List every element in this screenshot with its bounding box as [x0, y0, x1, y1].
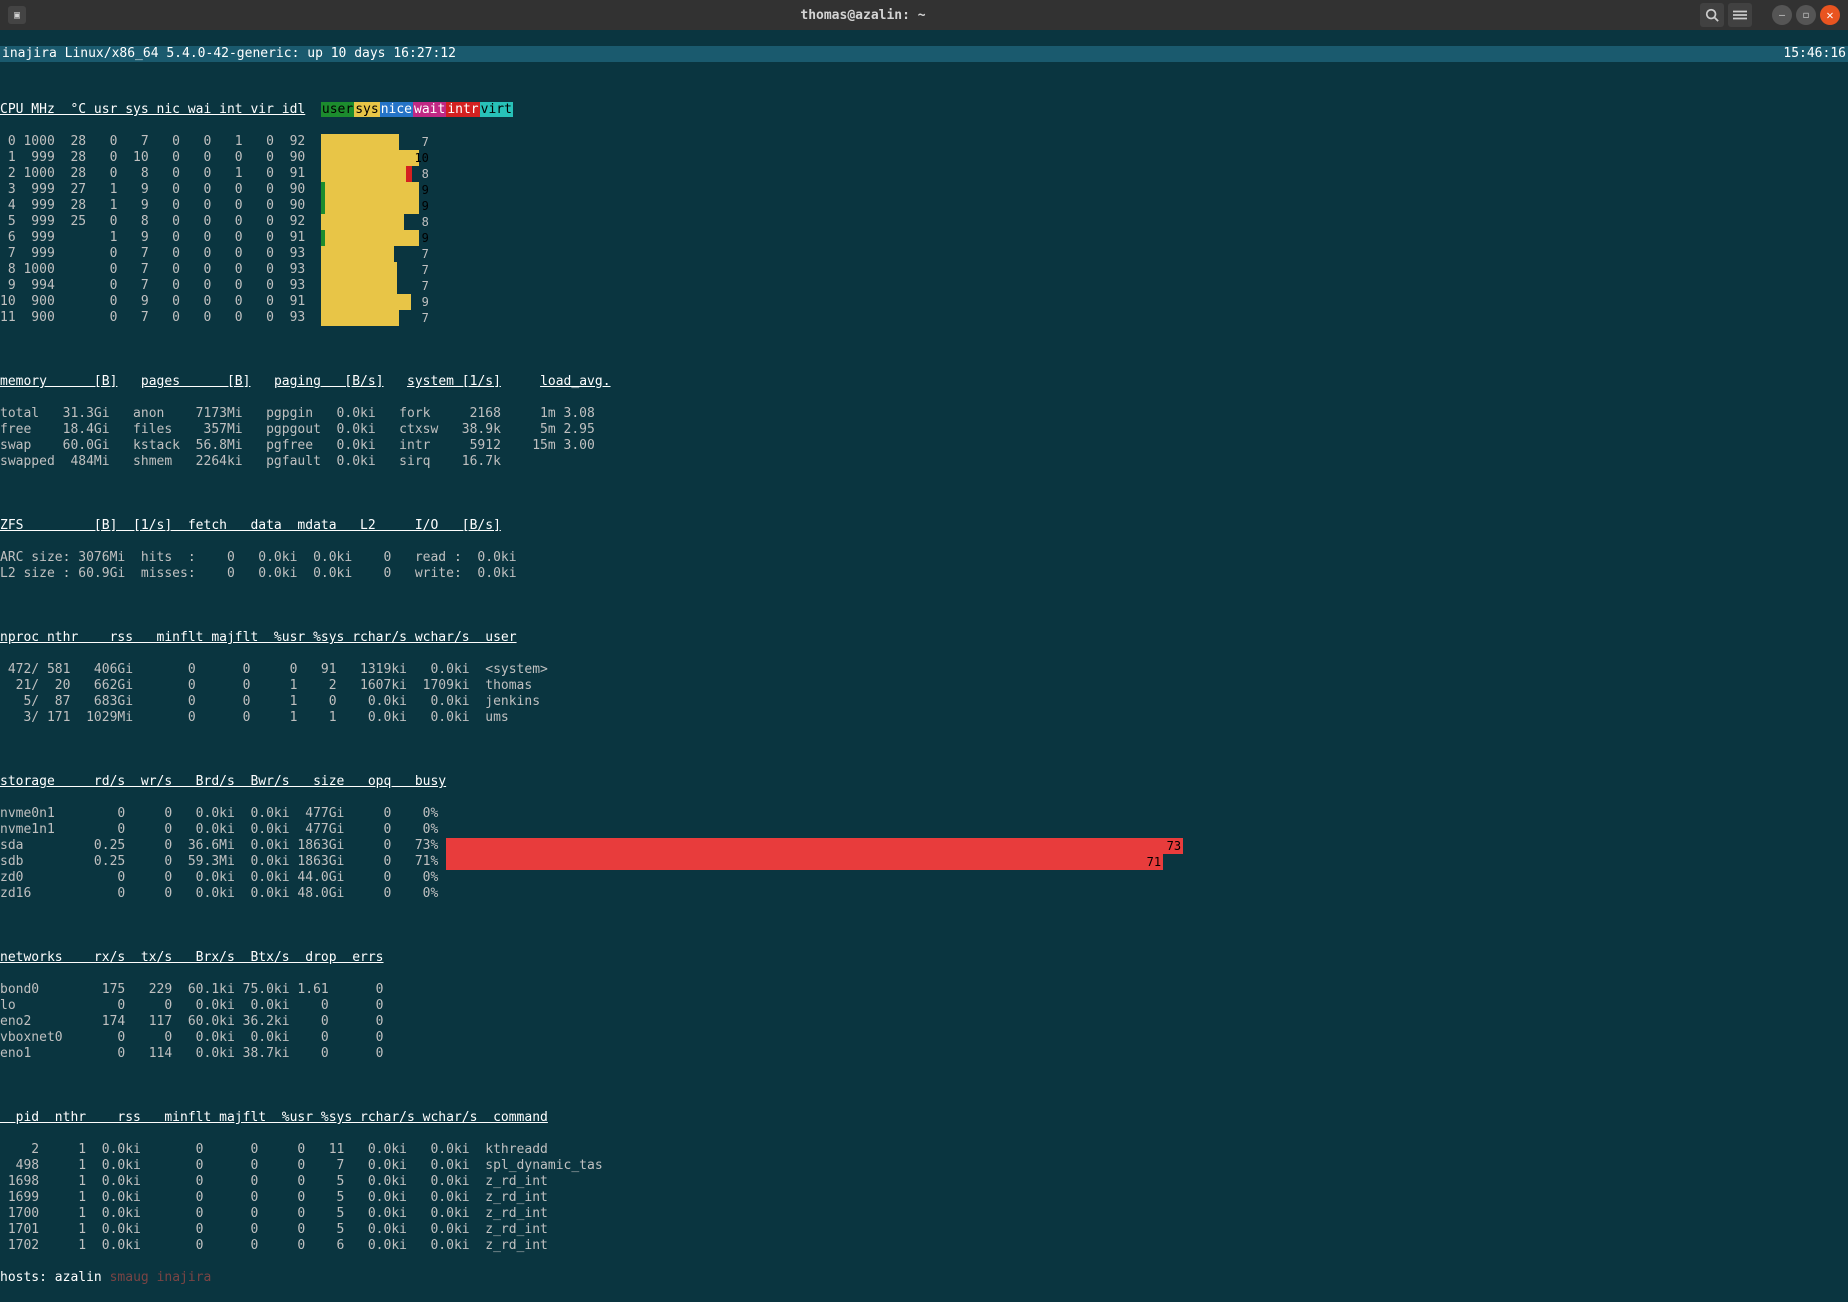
terminal-content[interactable]: inajira Linux/x86_64 5.4.0-42-generic: u… — [0, 30, 1848, 1302]
pid-row: 1699 1 0.0ki 0 0 0 5 0.0ki 0.0ki z_rd_in… — [0, 1190, 1848, 1206]
zfs-row: L2 size : 60.9Gi misses: 0 0.0ki 0.0ki 0… — [0, 566, 1848, 582]
mem-hdr: memory [B] — [0, 374, 117, 389]
nproc-hdr: nproc nthr rss minflt majflt %usr %sys r… — [0, 630, 517, 645]
window-title: thomas@azalin: ~ — [26, 8, 1700, 23]
storage-hdr: storage rd/s wr/s Brd/s Bwr/s size opq b… — [0, 774, 446, 789]
storage-row: nvme0n1 0 0 0.0ki 0.0ki 477Gi 0 0% — [0, 806, 1848, 822]
pid-row: 1698 1 0.0ki 0 0 0 5 0.0ki 0.0ki z_rd_in… — [0, 1174, 1848, 1190]
paging-hdr: paging [B/s] — [274, 374, 384, 389]
pid-section: pid nthr rss minflt majflt %usr %sys rch… — [0, 1110, 1848, 1126]
memory-row: swap 60.0Gi kstack 56.8Mi pgfree 0.0ki i… — [0, 438, 1848, 454]
networks-row: lo 0 0 0.0ki 0.0ki 0 0 — [0, 998, 1848, 1014]
storage-row: nvme1n1 0 0 0.0ki 0.0ki 477Gi 0 0% — [0, 822, 1848, 838]
terminal-icon: ▣ — [8, 6, 26, 24]
legend-user: user — [321, 102, 354, 117]
storage-row: zd0 0 0 0.0ki 0.0ki 44.0Gi 0 0% — [0, 870, 1848, 886]
search-icon[interactable] — [1700, 3, 1724, 27]
networks-section: networks rx/s tx/s Brx/s Btx/s drop errs — [0, 950, 1848, 966]
cpu-row: 9 994 0 7 0 0 0 0 93 7 — [0, 278, 1848, 294]
nproc-row: 5/ 87 683Gi 0 0 1 0 0.0ki 0.0ki jenkins — [0, 694, 1848, 710]
cpu-row: 7 999 0 7 0 0 0 0 93 7 — [0, 246, 1848, 262]
hosts-line: hosts: azalin smaug inajira — [0, 1270, 1848, 1286]
nproc-row: 3/ 171 1029Mi 0 0 1 1 0.0ki 0.0ki ums — [0, 710, 1848, 726]
pid-row: 1700 1 0.0ki 0 0 0 5 0.0ki 0.0ki z_rd_in… — [0, 1206, 1848, 1222]
maximize-button[interactable]: ◻ — [1796, 5, 1816, 25]
legend-virt: virt — [480, 102, 513, 117]
storage-row: sda 0.25 0 36.6Mi 0.0ki 1863Gi 0 73% 73 — [0, 838, 1848, 854]
storage-row: zd16 0 0 0.0ki 0.0ki 48.0Gi 0 0% — [0, 886, 1848, 902]
cpu-header: CPU MHz °C usr sys nic wai int vir idl — [0, 102, 305, 117]
pid-hdr: pid nthr rss minflt majflt %usr %sys rch… — [0, 1110, 548, 1125]
zfs-row: ARC size: 3076Mi hits : 0 0.0ki 0.0ki 0 … — [0, 550, 1848, 566]
system-header: inajira Linux/x86_64 5.4.0-42-generic: u… — [0, 46, 1848, 62]
host-smaug: smaug — [110, 1270, 149, 1285]
legend-nice: nice — [380, 102, 413, 117]
pid-row: 1702 1 0.0ki 0 0 0 6 0.0ki 0.0ki z_rd_in… — [0, 1238, 1848, 1254]
legend-sys: sys — [354, 102, 379, 117]
networks-row: bond0 175 229 60.1ki 75.0ki 1.61 0 — [0, 982, 1848, 998]
memory-row: total 31.3Gi anon 7173Mi pgpgin 0.0ki fo… — [0, 406, 1848, 422]
cpu-row: 10 900 0 9 0 0 0 0 91 9 — [0, 294, 1848, 310]
networks-row: vboxnet0 0 0 0.0ki 0.0ki 0 0 — [0, 1030, 1848, 1046]
window-titlebar: ▣ thomas@azalin: ~ — ◻ ✕ — [0, 0, 1848, 30]
cpu-row: 6 999 1 9 0 0 0 0 91 9 — [0, 230, 1848, 246]
networks-row: eno1 0 114 0.0ki 38.7ki 0 0 — [0, 1046, 1848, 1062]
pages-hdr: pages [B] — [141, 374, 251, 389]
nproc-row: 472/ 581 406Gi 0 0 0 91 1319ki 0.0ki <sy… — [0, 662, 1848, 678]
cpu-section: CPU MHz °C usr sys nic wai int vir idl u… — [0, 102, 1848, 118]
storage-row: sdb 0.25 0 59.3Mi 0.0ki 1863Gi 0 71% 71 — [0, 854, 1848, 870]
storage-section: storage rd/s wr/s Brd/s Bwr/s size opq b… — [0, 774, 1848, 790]
cpu-row: 0 1000 28 0 7 0 0 1 0 92 7 — [0, 134, 1848, 150]
cpu-row: 11 900 0 7 0 0 0 0 93 7 — [0, 310, 1848, 326]
memory-row: swapped 484Mi shmem 2264ki pgfault 0.0ki… — [0, 454, 1848, 470]
system-hdr: system [1/s] — [407, 374, 501, 389]
cpu-row: 2 1000 28 0 8 0 0 1 0 91 8 — [0, 166, 1848, 182]
pid-row: 498 1 0.0ki 0 0 0 7 0.0ki 0.0ki spl_dyna… — [0, 1158, 1848, 1174]
networks-row: eno2 174 117 60.0ki 36.2ki 0 0 — [0, 1014, 1848, 1030]
zfs-section: ZFS [B] [1/s] fetch data mdata L2 I/O [B… — [0, 518, 1848, 534]
load-hdr: load_avg. — [540, 374, 610, 389]
nproc-row: 21/ 20 662Gi 0 0 1 2 1607ki 1709ki thoma… — [0, 678, 1848, 694]
cpu-row: 1 999 28 0 10 0 0 0 0 90 10 — [0, 150, 1848, 166]
legend-wait: wait — [413, 102, 446, 117]
memory-section: memory [B] pages [B] paging [B/s] system… — [0, 374, 1848, 390]
pid-row: 2 1 0.0ki 0 0 0 11 0.0ki 0.0ki kthreadd — [0, 1142, 1848, 1158]
cpu-row: 4 999 28 1 9 0 0 0 0 90 9 — [0, 198, 1848, 214]
close-button[interactable]: ✕ — [1820, 5, 1840, 25]
menu-icon[interactable] — [1728, 3, 1752, 27]
cpu-row: 3 999 27 1 9 0 0 0 0 90 9 — [0, 182, 1848, 198]
cpu-row: 8 1000 0 7 0 0 0 0 93 7 — [0, 262, 1848, 278]
cpu-row: 5 999 25 0 8 0 0 0 0 92 8 — [0, 214, 1848, 230]
legend-intr: intr — [446, 102, 479, 117]
networks-hdr: networks rx/s tx/s Brx/s Btx/s drop errs — [0, 950, 384, 965]
host-active: azalin — [55, 1270, 102, 1285]
nproc-section: nproc nthr rss minflt majflt %usr %sys r… — [0, 630, 1848, 646]
memory-row: free 18.4Gi files 357Mi pgpgout 0.0ki ct… — [0, 422, 1848, 438]
host-inajira: inajira — [157, 1270, 212, 1285]
pid-row: 1701 1 0.0ki 0 0 0 5 0.0ki 0.0ki z_rd_in… — [0, 1222, 1848, 1238]
minimize-button[interactable]: — — [1772, 5, 1792, 25]
zfs-hdr: ZFS [B] [1/s] fetch data mdata L2 I/O [B… — [0, 518, 501, 533]
